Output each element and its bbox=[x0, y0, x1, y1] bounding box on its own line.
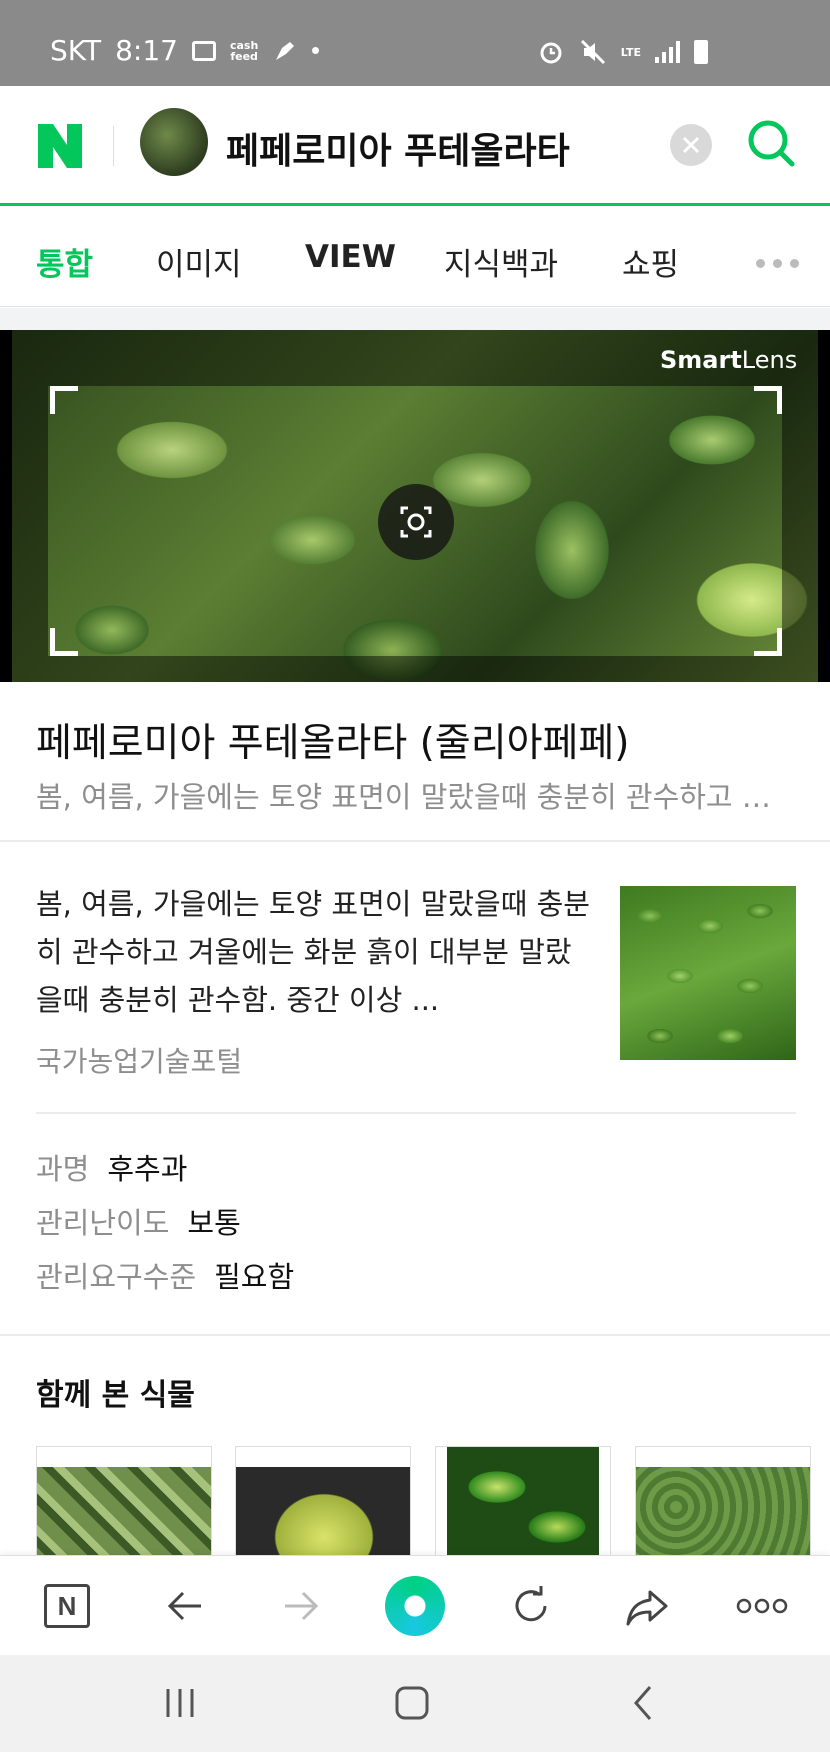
alarm-icon bbox=[540, 42, 562, 64]
forward-button[interactable] bbox=[271, 1576, 331, 1636]
divider bbox=[0, 840, 830, 842]
gallery-notification-icon bbox=[191, 40, 216, 61]
tab-encyclopedia[interactable]: 지식백과 bbox=[444, 239, 558, 284]
arrow-left-icon bbox=[167, 1591, 201, 1621]
more-menu-button[interactable] bbox=[732, 1576, 792, 1636]
signal-icon bbox=[655, 41, 680, 63]
network-type: LTE bbox=[620, 45, 641, 59]
info-value: 필요함 bbox=[214, 1260, 295, 1294]
divider bbox=[0, 1334, 830, 1336]
arrow-right-icon bbox=[285, 1591, 319, 1621]
tab-view[interactable]: VIEW bbox=[305, 239, 396, 275]
crop-handle-bottom-left[interactable] bbox=[50, 628, 78, 656]
reload-icon bbox=[515, 1586, 547, 1622]
crop-handle-top-left[interactable] bbox=[50, 386, 78, 414]
crop-handle-top-right[interactable] bbox=[754, 386, 782, 414]
related-plant-image bbox=[636, 1467, 810, 1556]
clear-search-button[interactable] bbox=[670, 124, 712, 166]
carrier-label: SKT bbox=[50, 34, 102, 67]
result-title[interactable]: 페페로미아 푸테올라타 (줄리아페페) bbox=[36, 712, 629, 768]
crop-handle-bottom-right[interactable] bbox=[754, 628, 782, 656]
info-value: 후추과 bbox=[107, 1152, 188, 1186]
related-plant-card[interactable] bbox=[635, 1446, 811, 1556]
home-icon[interactable] bbox=[392, 1683, 432, 1723]
lens-capture-button[interactable] bbox=[378, 484, 454, 560]
result-thumbnail[interactable] bbox=[620, 886, 796, 1060]
cashfeed-notification-icon: cash feed bbox=[229, 38, 259, 63]
info-key: 관리요구수준 bbox=[36, 1260, 197, 1294]
pen-notification-icon bbox=[276, 41, 295, 60]
info-row-difficulty: 관리난이도 보통 bbox=[36, 1200, 241, 1242]
info-value: 보통 bbox=[187, 1206, 241, 1240]
battery-icon bbox=[694, 40, 708, 64]
green-dot-button[interactable] bbox=[385, 1576, 445, 1636]
close-icon bbox=[682, 136, 700, 154]
clock: 8:17 bbox=[115, 34, 178, 67]
result-description[interactable]: 봄, 여름, 가을에는 토양 표면이 말랐을때 충분히 관수하고 겨울에는 화분… bbox=[36, 880, 596, 1024]
more-icon bbox=[736, 1598, 788, 1614]
related-plants-title: 함께 본 식물 bbox=[36, 1378, 195, 1413]
back-nav-icon[interactable] bbox=[628, 1683, 658, 1723]
status-bar: SKT 8:17 cash feed LTE bbox=[0, 0, 830, 86]
naver-home-icon: N bbox=[44, 1584, 90, 1628]
tab-shopping[interactable]: 쇼핑 bbox=[622, 239, 679, 284]
tab-integrated[interactable]: 통합 bbox=[36, 239, 93, 284]
system-nav-bar bbox=[0, 1655, 830, 1752]
lens-query-thumbnail[interactable] bbox=[140, 108, 208, 176]
header-divider bbox=[113, 126, 114, 166]
info-row-family: 과명 후추과 bbox=[36, 1146, 187, 1188]
mute-icon bbox=[580, 39, 605, 65]
related-plant-image bbox=[37, 1467, 211, 1556]
tab-images[interactable]: 이미지 bbox=[156, 239, 242, 284]
camera-icon bbox=[400, 506, 432, 538]
smart-lens-viewer[interactable]: SmartLens bbox=[0, 330, 830, 682]
info-key: 과명 bbox=[36, 1152, 90, 1186]
info-row-care-level: 관리요구수준 필요함 bbox=[36, 1254, 294, 1296]
naver-home-button[interactable]: N bbox=[37, 1576, 97, 1636]
related-plant-image bbox=[236, 1467, 410, 1556]
result-summary: 봄, 여름, 가을에는 토양 표면이 말랐을때 충분히 관수하고 겨... bbox=[36, 780, 796, 814]
share-button[interactable] bbox=[617, 1576, 677, 1636]
divider bbox=[36, 1112, 796, 1114]
tabs-more-icon[interactable] bbox=[756, 259, 799, 268]
search-tabs: 통합 이미지 VIEW 지식백과 쇼핑 bbox=[0, 209, 830, 307]
more-notifications-icon bbox=[312, 47, 320, 54]
related-plant-card[interactable] bbox=[235, 1446, 411, 1556]
smartlens-logo: SmartLens bbox=[660, 346, 798, 374]
search-icon[interactable] bbox=[744, 116, 800, 172]
related-plant-card[interactable] bbox=[435, 1446, 611, 1556]
browser-toolbar: N bbox=[0, 1555, 830, 1655]
related-plant-image bbox=[447, 1447, 599, 1556]
back-button[interactable] bbox=[155, 1576, 215, 1636]
search-header: 페페로미아 푸테올라타 bbox=[0, 86, 830, 206]
section-gap bbox=[0, 308, 830, 330]
green-dot-icon bbox=[385, 1576, 445, 1636]
related-plant-card[interactable] bbox=[36, 1446, 212, 1556]
share-icon bbox=[626, 1590, 668, 1626]
reload-button[interactable] bbox=[501, 1576, 561, 1636]
search-query[interactable]: 페페로미아 푸테올라타 bbox=[226, 122, 570, 174]
result-source[interactable]: 국가농업기술포털 bbox=[36, 1040, 242, 1080]
recent-apps-icon[interactable] bbox=[160, 1685, 200, 1721]
naver-logo-icon[interactable] bbox=[36, 122, 84, 170]
info-key: 관리난이도 bbox=[36, 1206, 170, 1240]
